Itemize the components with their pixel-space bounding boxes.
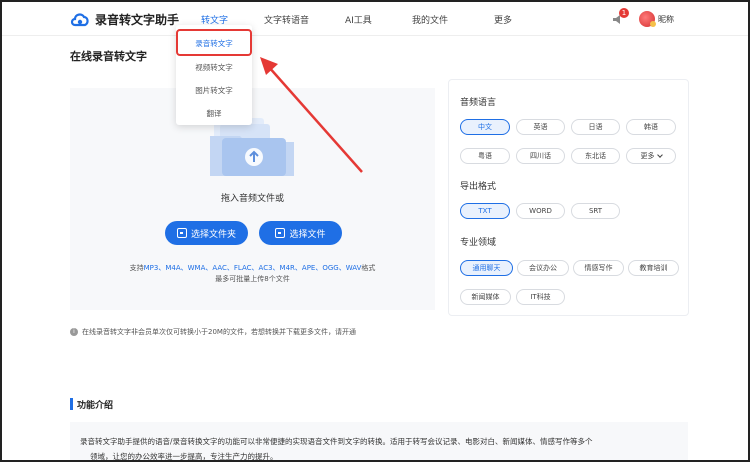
member-notice: 在线录音转文字非会员单次仅可转换小于20M的文件，若想转换并下载更多文件，请开通 <box>82 328 356 336</box>
drop-hint: 拖入音频文件或 <box>220 194 284 204</box>
format-option-word[interactable]: WORD <box>516 203 565 219</box>
user-nickname[interactable]: 昵称 <box>658 14 674 25</box>
select-file-button[interactable]: 选择文件 <box>259 221 342 245</box>
cloud-logo-icon <box>70 13 89 27</box>
domain-option-writing[interactable]: 情感写作 <box>573 260 624 276</box>
formats-list: MP3、M4A、WMA、AAC、FLAC、AC3、M4R、APE、OGG、WAV <box>143 264 362 272</box>
domain-option-it[interactable]: IT科技 <box>516 289 565 305</box>
menu-item-video-to-text[interactable]: 视频转文字 <box>176 62 252 73</box>
file-icon <box>275 228 286 238</box>
supported-formats: 支持MP3、M4A、WMA、AAC、FLAC、AC3、M4R、APE、OGG、W… <box>70 263 435 273</box>
chevron-down-icon <box>656 152 663 158</box>
domain-option-general[interactable]: 通用聊天 <box>460 260 513 276</box>
nav-item-my-files[interactable]: 我的文件 <box>412 13 448 26</box>
upload-limit: 最多可批量上传8个文件 <box>215 275 290 283</box>
features-text-line1: 录音转文字助手提供的语音/录音转换文字的功能可以非常便捷的实现语音文件到文字的转… <box>80 437 593 446</box>
app-window: 录音转文字助手 转文字 文字转语音 AI工具 我的文件 更多 1 昵称 在线录音… <box>0 0 750 462</box>
select-folder-label: 选择文件夹 <box>190 229 236 240</box>
lang-option-dongbei[interactable]: 东北话 <box>571 148 620 164</box>
settings-panel <box>448 79 689 316</box>
avatar-vip-icon <box>650 21 656 27</box>
folder-icon <box>176 228 187 238</box>
page-title: 在线录音转文字 <box>70 50 147 63</box>
annotation-highlight-box <box>176 29 252 56</box>
domain-option-news[interactable]: 新闻媒体 <box>460 289 511 305</box>
notification-badge: 1 <box>619 8 629 18</box>
nav-item-more[interactable]: 更多 <box>494 13 512 26</box>
lang-option-sichuan[interactable]: 四川话 <box>516 148 565 164</box>
brand-name: 录音转文字助手 <box>95 13 180 27</box>
domain-title: 专业领域 <box>460 238 497 248</box>
domain-option-education[interactable]: 教育培训 <box>628 260 679 276</box>
lang-option-japanese[interactable]: 日语 <box>571 119 620 135</box>
formats-suffix: 格式 <box>361 264 376 272</box>
lang-more-label: 更多 <box>640 152 655 160</box>
nav-item-ai-tools[interactable]: AI工具 <box>345 13 372 26</box>
select-folder-button[interactable]: 选择文件夹 <box>165 221 248 245</box>
domain-option-meeting[interactable]: 会议办公 <box>517 260 569 276</box>
lang-option-english[interactable]: 英语 <box>516 119 565 135</box>
top-header: 录音转文字助手 转文字 文字转语音 AI工具 我的文件 更多 1 昵称 <box>2 2 748 36</box>
nav-item-text-to-speech[interactable]: 文字转语音 <box>264 13 309 26</box>
menu-item-translate[interactable]: 翻译 <box>176 108 252 119</box>
info-icon: i <box>70 328 78 336</box>
format-option-srt[interactable]: SRT <box>571 203 620 219</box>
features-text-line2: 领域，让您的办公效率进一步提高，专注生产力的提升。 <box>90 452 278 461</box>
audio-language-title: 音频语言 <box>460 98 497 108</box>
lang-option-korean[interactable]: 韩语 <box>626 119 676 135</box>
select-file-label: 选择文件 <box>289 229 326 240</box>
features-title: 功能介绍 <box>77 401 114 411</box>
menu-item-image-to-text[interactable]: 图片转文字 <box>176 85 252 96</box>
formats-prefix: 支持 <box>129 264 144 272</box>
lang-option-cantonese[interactable]: 粤语 <box>460 148 510 164</box>
lang-more-dropdown[interactable]: 更多 <box>626 148 676 164</box>
lang-option-chinese[interactable]: 中文 <box>460 119 510 135</box>
format-option-txt[interactable]: TXT <box>460 203 510 219</box>
section-marker <box>70 398 73 410</box>
export-format-title: 导出格式 <box>460 182 497 192</box>
